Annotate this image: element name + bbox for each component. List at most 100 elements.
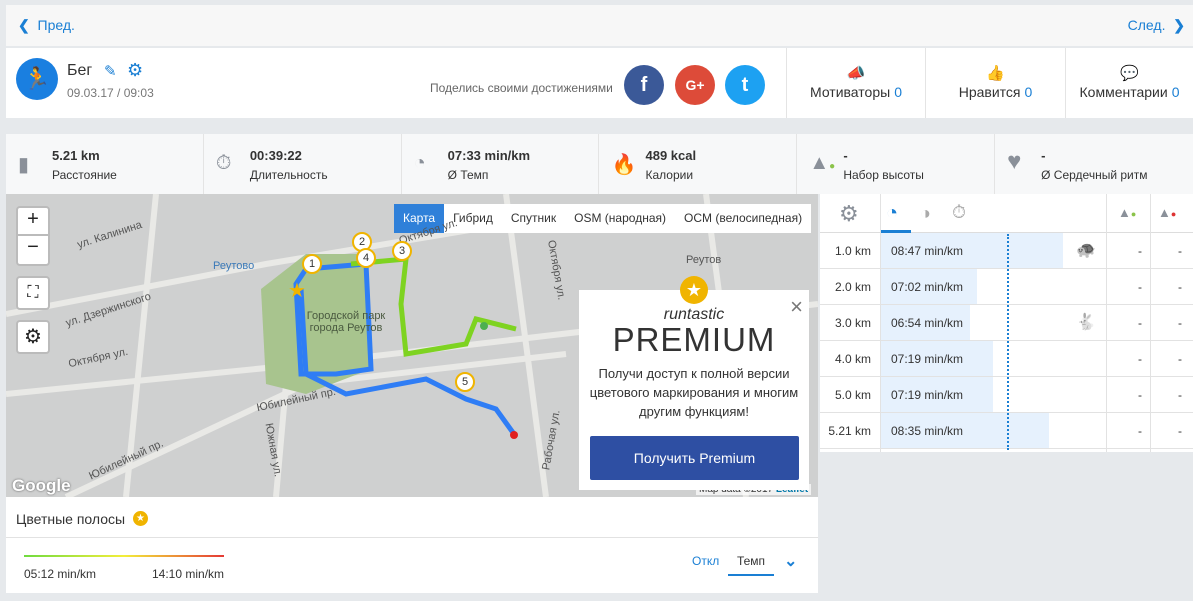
- chevron-left-icon: ❮: [18, 17, 30, 33]
- color-tempo-option[interactable]: Темп: [728, 554, 774, 576]
- zoom-in-button[interactable]: +: [16, 206, 50, 236]
- color-off-option[interactable]: Откл: [692, 554, 719, 568]
- chevron-right-icon: ❯: [1173, 17, 1185, 33]
- activity-header: 🏃 Бег ✎ ⚙ 09.03.17 / 09:03 Поделись свои…: [6, 48, 1193, 118]
- split-elevation-up: -: [1138, 316, 1142, 330]
- stat-value: -: [843, 148, 848, 163]
- split-elevation-down: -: [1178, 388, 1182, 402]
- edit-pencil-icon[interactable]: ✎: [104, 62, 117, 80]
- speed-gauge-icon[interactable]: ◑: [920, 203, 931, 224]
- premium-text: Получи доступ к полной версии цветового …: [589, 366, 799, 419]
- split-elevation-down: -: [1178, 316, 1182, 330]
- km-marker[interactable]: 4: [356, 248, 376, 268]
- chevron-down-icon[interactable]: ⌄: [784, 551, 797, 571]
- activity-title: Бег: [67, 62, 93, 79]
- elevation-down-icon: ▲●: [1158, 205, 1177, 220]
- prev-label: Пред.: [37, 17, 75, 33]
- megaphone-icon: 📣: [846, 65, 866, 82]
- thumbs-up-icon: 👍: [986, 65, 1005, 82]
- likes-counter[interactable]: 👍 Нравится 0: [925, 48, 1065, 118]
- stat-calories: 🔥 489 kcal Калории: [599, 134, 798, 194]
- tab-osm[interactable]: OSM (народная): [565, 204, 675, 233]
- split-elevation-up: -: [1138, 352, 1142, 366]
- km-marker[interactable]: 1: [302, 254, 322, 274]
- split-pace: 06:54 min/km: [891, 316, 964, 330]
- map-settings-gear-icon[interactable]: ⚙: [16, 320, 50, 354]
- top-nav: ❮ Пред. След. ❯: [6, 5, 1193, 46]
- split-elevation-down: -: [1178, 352, 1182, 366]
- gear-icon[interactable]: ⚙: [839, 201, 859, 227]
- split-elevation-up: -: [1138, 424, 1142, 438]
- pace-tab-icon[interactable]: ◔: [886, 202, 898, 225]
- splits-table: ⚙ ◔ ◑ ⏱ ▲● ▲● 1.0 km 08:47 min/km 🐢 - - …: [820, 194, 1193, 452]
- stat-label: Ø Сердечный ритм: [1041, 168, 1148, 182]
- zoom-out-button[interactable]: −: [16, 236, 50, 266]
- stat-value: 489 kcal: [645, 148, 697, 163]
- premium-title: PREMIUM: [612, 321, 776, 358]
- stat-value: 00:39:22: [249, 148, 302, 163]
- stats-row: ▮ 5.21 km Расстояние ⏱ 00:39:22 Длительность…: [6, 134, 1193, 194]
- stat-label: Ø Темп: [447, 168, 489, 182]
- park-label: Городской парк города Реутов: [306, 310, 386, 334]
- split-distance: 5.0 km: [834, 388, 871, 402]
- splits-header: ⚙ ◔ ◑ ⏱ ▲● ▲●: [820, 194, 1193, 233]
- prev-link[interactable]: ❮ Пред.: [18, 17, 75, 34]
- stopwatch-icon[interactable]: ⏱: [952, 202, 966, 223]
- comment-icon: 💬: [1120, 65, 1139, 82]
- get-premium-button[interactable]: Получить Premium: [590, 436, 799, 480]
- tab-ocm[interactable]: OCM (велосипедная): [675, 204, 811, 233]
- stopwatch-icon: ⏱: [215, 152, 232, 174]
- heart-icon: ♥: [1007, 148, 1022, 175]
- premium-popup: ★ × runtastic PREMIUM Получи доступ к по…: [579, 276, 809, 490]
- premium-star-icon: ★: [133, 511, 148, 526]
- elevation-up-icon: ▲●: [1118, 205, 1137, 220]
- split-elevation-down: -: [1178, 280, 1182, 294]
- counter-label: Мотиваторы: [810, 84, 891, 100]
- elevation-up-icon: ▲●: [809, 152, 836, 174]
- start-star-marker-icon: ★: [288, 280, 306, 302]
- split-elevation-down: -: [1178, 424, 1182, 438]
- fullscreen-icon[interactable]: ⛶: [16, 276, 50, 310]
- stat-heart-rate: ♥ - Ø Сердечный ритм: [995, 134, 1193, 194]
- split-distance: 5.21 km: [828, 424, 871, 438]
- split-distance: 3.0 km: [834, 316, 871, 330]
- pace-gradient-legend: [24, 555, 224, 557]
- counter-value: 0: [1171, 84, 1180, 100]
- activity-datetime: 09.03.17 / 09:03: [67, 86, 154, 100]
- counter-value: 0: [1024, 84, 1033, 100]
- facebook-share-button[interactable]: f: [624, 65, 664, 105]
- stat-value: 5.21 km: [52, 148, 100, 163]
- next-label: След.: [1127, 17, 1166, 33]
- gear-icon[interactable]: ⚙: [127, 60, 143, 81]
- google-plus-share-button[interactable]: G+: [675, 65, 715, 105]
- km-marker[interactable]: 3: [392, 241, 412, 261]
- counter-label: Нравится: [958, 84, 1021, 100]
- route-map[interactable]: + − ⛶ ⚙ Карта Гибрид Спутник OSM (народная)…: [6, 194, 818, 497]
- split-distance: 1.0 km: [834, 244, 871, 258]
- stat-label: Расстояние: [52, 168, 117, 182]
- split-elevation-up: -: [1138, 244, 1142, 258]
- km-marker[interactable]: 5: [455, 372, 475, 392]
- legend-max: 14:10 min/km: [152, 567, 225, 581]
- google-logo: Google: [12, 476, 71, 495]
- color-bars-title: Цветные полосы: [16, 511, 126, 527]
- split-pace: 07:02 min/km: [891, 280, 964, 294]
- twitter-share-button[interactable]: t: [725, 65, 765, 105]
- station-label: Реутово: [213, 260, 255, 272]
- stat-distance: ▮ 5.21 km Расстояние: [6, 134, 204, 194]
- stat-label: Калории: [645, 168, 694, 182]
- road-icon: ▮: [18, 154, 30, 176]
- stat-duration: ⏱ 00:39:22 Длительность: [204, 134, 402, 194]
- tab-satellite[interactable]: Спутник: [502, 204, 565, 233]
- stat-value: 07:33 min/km: [447, 148, 531, 163]
- average-pace-line: [1007, 234, 1009, 450]
- stat-elevation: ▲● - Набор высоты: [797, 134, 996, 194]
- rabbit-icon: 🐇: [1076, 314, 1096, 331]
- comments-counter[interactable]: 💬 Комментарии 0: [1065, 48, 1193, 118]
- star-badge-icon: ★: [680, 276, 708, 304]
- next-link[interactable]: След. ❯: [1128, 17, 1185, 34]
- motivators-counter[interactable]: 📣 Мотиваторы 0: [786, 48, 925, 118]
- close-icon[interactable]: ×: [790, 294, 803, 320]
- split-pace: 08:47 min/km: [891, 244, 964, 258]
- split-elevation-up: -: [1138, 388, 1142, 402]
